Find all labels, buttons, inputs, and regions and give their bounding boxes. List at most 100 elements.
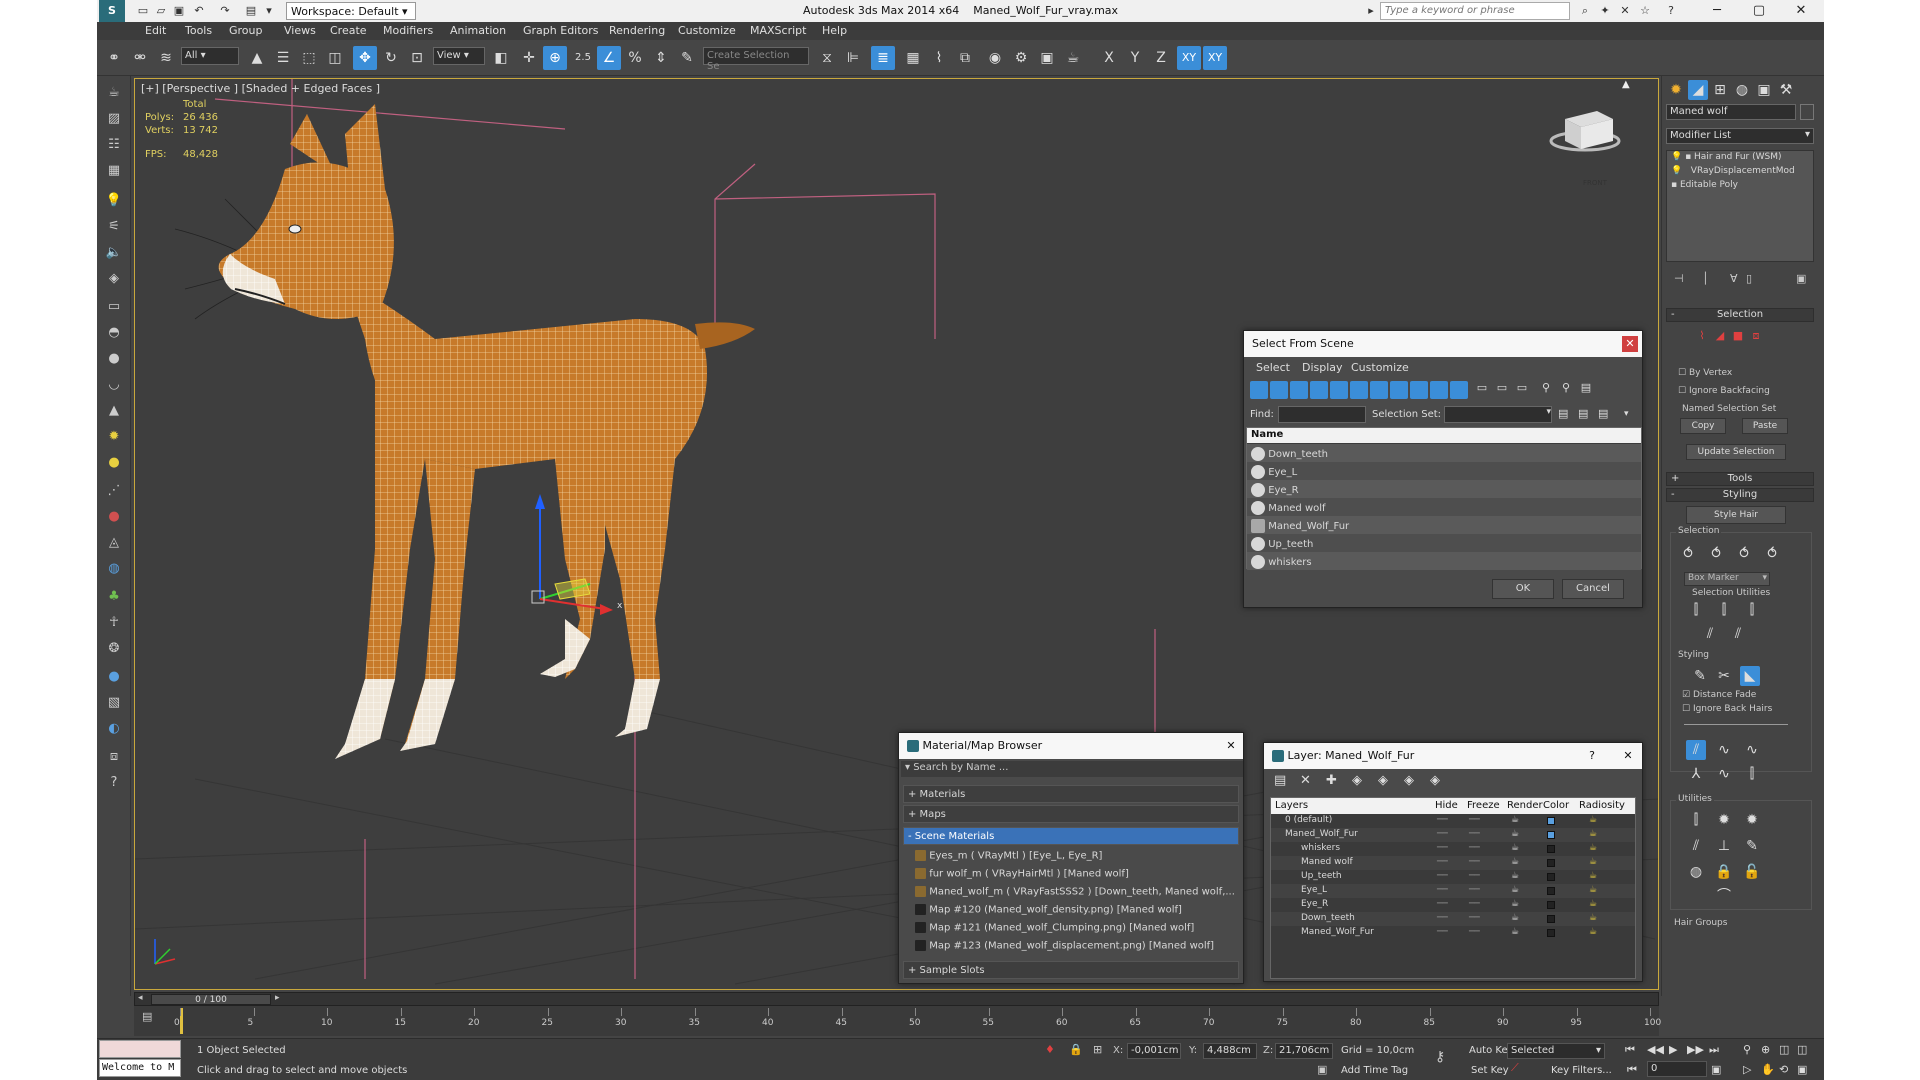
show-hidden-icon[interactable]: ⫿ [1714,600,1734,620]
selection-rollout-header[interactable]: - Selection [1666,308,1814,322]
go-to-start-icon[interactable]: ⏮ [1625,1043,1635,1057]
stack-item-hair-fur[interactable]: 💡 ▪ Hair and Fur (WSM) [1669,151,1813,165]
plant-icon[interactable]: ♣ [102,586,126,608]
distance-fade-checkbox[interactable]: ☑ Distance Fade [1682,690,1756,700]
section-sample-slots[interactable]: + Sample Slots [903,961,1239,979]
collapse-icon[interactable]: ▾ [1624,409,1629,419]
hide-toggle[interactable]: ── [1437,829,1448,839]
column-radiosity[interactable]: Radiosity [1579,800,1625,811]
radiosity-teapot-icon[interactable]: ☕ [1589,927,1597,937]
select-hair-shrink-icon[interactable]: ⥀ [1734,544,1754,564]
hide-toggle[interactable]: ── [1437,857,1448,867]
hide-toggle[interactable]: ── [1437,815,1448,825]
layer-color-swatch[interactable] [1547,859,1555,867]
material-editor-icon[interactable]: ◉ [983,46,1007,70]
hair-cut-icon[interactable]: ✂ [1714,666,1734,686]
select-hair-grow-icon[interactable]: ⥀ [1706,544,1726,564]
layer-manager-icon[interactable]: ≣ [871,46,895,70]
ignore-backfacing-checkbox[interactable]: ☐ Ignore Backfacing [1678,386,1770,396]
modifier-list-dropdown[interactable]: Modifier List ▾ [1666,128,1814,144]
ok-button[interactable]: OK [1492,579,1554,599]
motion-tab-icon[interactable]: ◍ [1732,80,1752,100]
freeze-toggle[interactable]: ── [1469,815,1480,825]
bowl-icon[interactable]: ◡ [102,374,126,396]
modify-tab-icon[interactable]: ◢ [1688,80,1708,100]
sliders-icon[interactable]: ⚟ [102,216,126,238]
render-teapot-icon[interactable]: ☕ [1511,871,1519,881]
question-icon[interactable]: ? [102,772,126,794]
scale-brush-icon[interactable]: ⫿ [1742,764,1762,784]
guides-select-icon[interactable]: ⌇ [1692,326,1712,346]
select-hair-invert-icon[interactable]: ⥀ [1762,544,1782,564]
hierarchy-icon[interactable]: ⚲ [1558,381,1574,399]
filter-funnel-icon[interactable]: ⚲ [1538,381,1554,399]
select-all-icon[interactable]: ▭ [1474,381,1490,399]
show-end-result-icon[interactable]: │ [1702,272,1709,285]
filter-containers-icon[interactable] [1450,381,1468,399]
brush-size-slider[interactable] [1684,724,1788,730]
favorites-icon[interactable]: ☆ [1637,3,1653,19]
layer-color-swatch[interactable] [1547,915,1555,923]
render-teapot-icon[interactable]: ☕ [1511,899,1519,909]
make-unique-icon[interactable]: ∀ [1730,272,1738,285]
align-icon[interactable]: ⊫ [841,46,865,70]
object-name-field[interactable]: Maned wolf [1666,104,1796,120]
stack-item-vray-displacement[interactable]: 💡 VRayDisplacementMod [1669,165,1813,179]
speaker-icon[interactable]: 🔈 [102,242,126,264]
list-item[interactable]: Maned wolf [1247,498,1641,516]
menu-group[interactable]: Group [229,24,263,37]
ignore-back-hairs-checkbox[interactable]: ☐ Ignore Back Hairs [1682,704,1772,714]
brush-fur-icon[interactable]: ✎ [1742,836,1762,856]
menu-modifiers[interactable]: Modifiers [383,24,433,37]
half-sphere-icon[interactable]: ◓ [102,322,126,344]
hide-toggle[interactable]: ── [1437,899,1448,909]
play-icon[interactable]: ▶ [1669,1043,1677,1056]
object-color-swatch[interactable] [1800,104,1814,120]
radiosity-teapot-icon[interactable]: ☕ [1589,871,1597,881]
radiosity-teapot-icon[interactable]: ☕ [1589,815,1597,825]
axis-xy-plane-button[interactable]: XY [1203,46,1227,70]
graphite-ribbon-icon[interactable]: ▦ [901,46,925,70]
blue-sphere-icon[interactable]: ● [102,666,126,688]
search-box[interactable]: ▾ Search by Name ... [901,761,1243,777]
viewport-label[interactable]: [+] [Perspective ] [Shaded + Edged Faces… [141,82,380,95]
render-production-icon[interactable]: ☕ [1061,46,1085,70]
radiosity-teapot-icon[interactable]: ☕ [1589,843,1597,853]
rotate-brush-icon[interactable]: ∿ [1714,764,1734,784]
columns-icon[interactable]: ▤ [1578,381,1594,399]
layer-row[interactable]: Eye_L ── ── ☕ ☕ [1271,884,1635,898]
minimize-button[interactable]: ─ [1697,0,1737,22]
select-in-layer-icon[interactable]: ◈ [1352,773,1362,788]
lock-icon[interactable]: 🔒 [1714,862,1734,882]
help-button[interactable]: ? [1584,748,1600,764]
particles-icon[interactable]: ● [102,506,126,528]
display-tab-icon[interactable]: ▣ [1754,80,1774,100]
omni-light-icon[interactable]: ● [102,452,126,474]
hide-toggle[interactable]: ── [1437,927,1448,937]
filter-bones-icon[interactable] [1430,381,1448,399]
column-header-name[interactable]: Name [1247,428,1641,443]
map-item[interactable]: Map #121 (Maned_wolf_Clumping.png) [Mane… [911,919,1241,937]
menu-rendering[interactable]: Rendering [609,24,665,37]
lock-selected-icon[interactable]: ⫿ [1742,600,1762,620]
list-item[interactable]: Up_teeth [1247,534,1641,552]
freeze-toggle[interactable]: ── [1469,913,1480,923]
key-mode-icon[interactable]: ⏮ [1627,1063,1637,1077]
spinner-snap-icon[interactable]: ⇕ [649,46,673,70]
sun-icon[interactable]: ✹ [102,426,126,448]
menu-maxscript[interactable]: MAXScript [750,24,806,37]
paste-button[interactable]: Paste [1742,418,1788,434]
edit-set-icon[interactable]: ▤ [1578,407,1588,420]
layer-color-swatch[interactable] [1547,887,1555,895]
unlock-all-icon[interactable]: ⫽ [1700,624,1720,644]
remove-set-icon[interactable]: ▤ [1598,407,1608,420]
time-slider-thumb[interactable]: 0 / 100 [151,994,271,1005]
undo-selection-icon[interactable]: ⫽ [1728,624,1748,644]
search-arrow-icon[interactable]: ▸ [1363,3,1379,19]
pop-zero-sel-icon[interactable]: ✹ [1742,810,1762,830]
z-coordinate[interactable]: 21,706cm [1275,1043,1333,1059]
menu-animation[interactable]: Animation [450,24,506,37]
freeze-toggle[interactable]: ── [1469,843,1480,853]
dialog-title-bar[interactable]: Material/Map Browser [899,733,1243,759]
menu-select[interactable]: Select [1256,361,1290,374]
